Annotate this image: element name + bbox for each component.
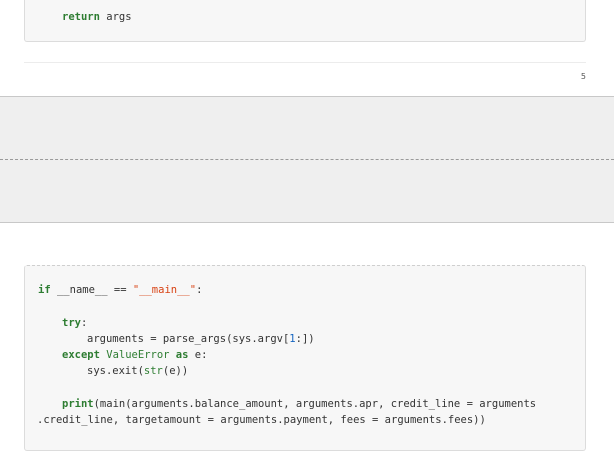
colon: :: [80, 317, 88, 329]
code-line-if-main: if __name__ == "__main__":: [38, 283, 202, 297]
parse-args-prefix: arguments = parse_args(sys.argv[: [87, 333, 290, 345]
code-line-except: except ValueError as e:: [62, 348, 207, 362]
exception-name: ValueError: [99, 349, 176, 361]
code-line-parse-args: arguments = parse_args(sys.argv[1:]): [87, 332, 315, 346]
sys-exit-suffix: (e)): [162, 365, 189, 377]
return-value: args: [99, 11, 132, 23]
code-line-sys-exit: sys.exit(str(e)): [87, 364, 188, 378]
sys-exit-prefix: sys.exit(: [87, 365, 144, 377]
code-line-try: try:: [62, 316, 87, 330]
code-line-print-continued: .credit_line, targetamount = arguments.p…: [37, 413, 486, 427]
code-line-print: print(main(arguments.balance_amount, arg…: [62, 397, 536, 411]
code-line-return: return args: [62, 11, 132, 23]
keyword-except: except: [62, 349, 100, 361]
code-block-top: return args: [24, 0, 586, 42]
page-number: 5: [580, 72, 586, 81]
except-rest: e:: [188, 349, 208, 361]
parse-args-suffix: :]): [295, 333, 315, 345]
keyword-if: if: [38, 284, 51, 296]
page-gap: [0, 96, 614, 223]
keyword-try: try: [62, 317, 81, 329]
string-main: "__main__": [132, 284, 197, 296]
colon: :: [196, 284, 203, 296]
keyword-as: as: [175, 349, 189, 361]
name-comparison: __name__ ==: [50, 284, 133, 296]
builtin-print: print: [62, 398, 94, 410]
print-args-continued: .credit_line, targetamount = arguments.p…: [37, 414, 486, 426]
page-break-divider: [0, 159, 614, 160]
builtin-str: str: [143, 365, 163, 377]
page-footer-rule: [24, 62, 586, 63]
keyword-return: return: [62, 11, 100, 23]
print-args: (main(arguments.balance_amount, argument…: [93, 398, 537, 410]
code-block-main: if __name__ == "__main__": try: argument…: [24, 265, 586, 451]
